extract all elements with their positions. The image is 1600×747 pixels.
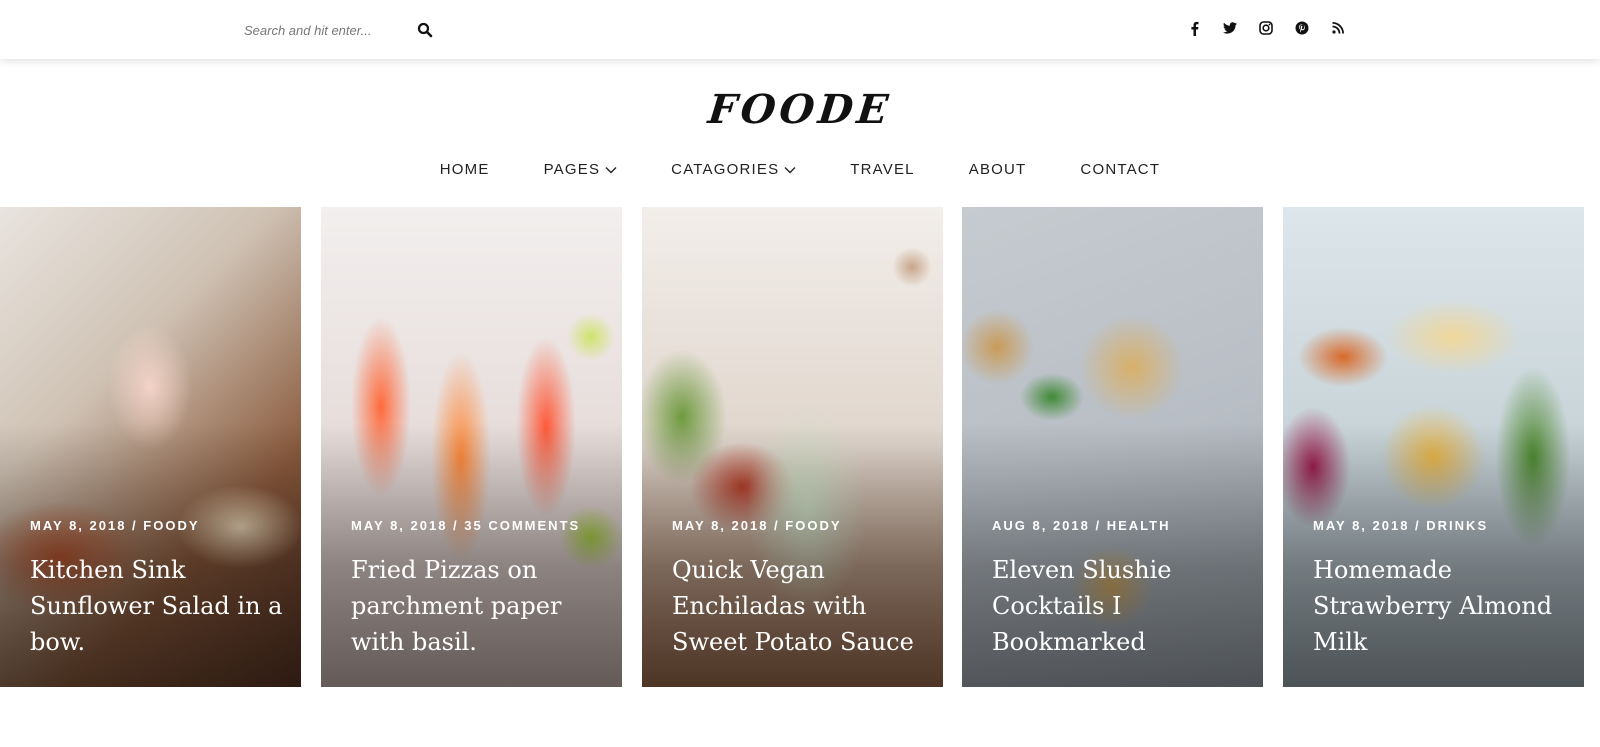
nav-item-label: ABOUT xyxy=(968,161,1027,178)
post-card[interactable]: AUG 8, 2018 / HEALTH Eleven Slushie Cock… xyxy=(962,207,1263,687)
post-meta: MAY 8, 2018 / DRINKS xyxy=(1313,518,1489,533)
site-logo[interactable]: FOODE xyxy=(0,86,1600,133)
post-card[interactable]: MAY 8, 2018 / 35 COMMENTS Fried Pizzas o… xyxy=(321,207,622,687)
instagram-icon[interactable] xyxy=(1258,20,1274,36)
post-title[interactable]: Quick Vegan Enchiladas with Sweet Potato… xyxy=(672,552,927,660)
search-input[interactable] xyxy=(244,18,404,42)
chevron-down-icon xyxy=(605,166,617,173)
post-meta: MAY 8, 2018 / 35 COMMENTS xyxy=(351,518,581,533)
top-bar xyxy=(0,0,1600,59)
post-card[interactable]: MAY 8, 2018 / FOODY Quick Vegan Enchilad… xyxy=(642,207,943,687)
chevron-down-icon xyxy=(784,166,796,173)
post-meta: MAY 8, 2018 / FOODY xyxy=(30,518,200,533)
social-links xyxy=(1186,20,1346,36)
nav-item-label: TRAVEL xyxy=(850,161,915,178)
post-title[interactable]: Eleven Slushie Cocktails I Bookmarked xyxy=(992,552,1247,660)
main-nav: HOME PAGES CATAGORIES TRAVEL ABOUT CONTA… xyxy=(0,161,1600,178)
rss-icon[interactable] xyxy=(1330,20,1346,36)
twitter-icon[interactable] xyxy=(1222,20,1238,36)
nav-item-catagories[interactable]: CATAGORIES xyxy=(671,161,796,178)
featured-posts-carousel: MAY 8, 2018 / FOODY Kitchen Sink Sunflow… xyxy=(0,207,1600,687)
post-card[interactable]: MAY 8, 2018 / FOODY Kitchen Sink Sunflow… xyxy=(0,207,301,687)
nav-item-label: CONTACT xyxy=(1080,161,1161,178)
post-title[interactable]: Fried Pizzas on parchment paper with bas… xyxy=(351,552,606,660)
post-meta: MAY 8, 2018 / FOODY xyxy=(672,518,842,533)
search-icon[interactable] xyxy=(417,22,433,38)
facebook-icon[interactable] xyxy=(1186,20,1202,36)
nav-item-contact[interactable]: CONTACT xyxy=(1080,161,1160,178)
nav-item-label: CATAGORIES xyxy=(671,161,780,178)
nav-item-pages[interactable]: PAGES xyxy=(544,161,618,178)
nav-item-travel[interactable]: TRAVEL xyxy=(850,161,914,178)
pinterest-icon[interactable] xyxy=(1294,20,1310,36)
nav-item-home[interactable]: HOME xyxy=(440,161,490,178)
post-title[interactable]: Kitchen Sink Sunflower Salad in a bow. xyxy=(30,552,285,660)
post-meta: AUG 8, 2018 / HEALTH xyxy=(992,518,1171,533)
post-title[interactable]: Homemade Strawberry Almond Milk xyxy=(1313,552,1568,660)
search-form xyxy=(244,18,434,42)
nav-item-label: PAGES xyxy=(543,161,601,178)
post-card[interactable]: MAY 8, 2018 / DRINKS Homemade Strawberry… xyxy=(1283,207,1584,687)
nav-item-about[interactable]: ABOUT xyxy=(969,161,1027,178)
nav-item-label: HOME xyxy=(439,161,490,178)
